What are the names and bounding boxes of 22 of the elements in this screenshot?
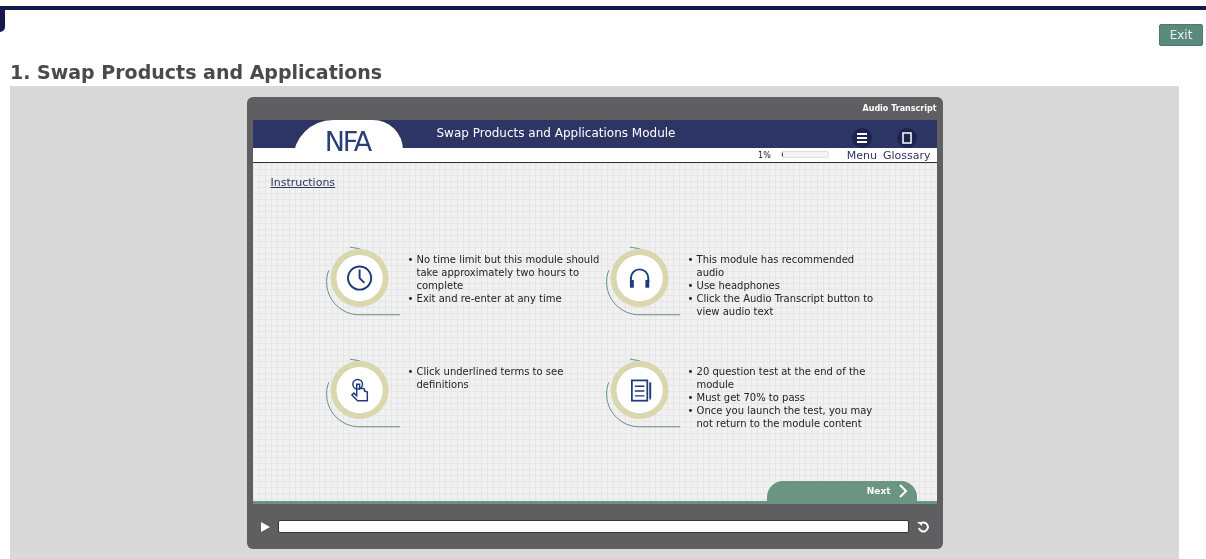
audio-transcript-button[interactable]: Audio Transcript: [862, 104, 937, 113]
logo: NFA: [324, 125, 371, 157]
seek-bar[interactable]: [277, 520, 909, 533]
bullet-text: • Once you launch the test, you may not return to the module content: [687, 404, 874, 430]
bullet-text: • This module has recommended audio: [687, 253, 856, 279]
bullet-text: • 20 question test at the end of the module: [687, 365, 867, 391]
page-title: 1. Swap Products and Applications: [10, 60, 384, 85]
module-title: Swap Products and Applications Module: [436, 126, 676, 142]
bullet-text: • Must get 70% to pass: [687, 391, 806, 404]
progress-bar: [780, 151, 829, 158]
bullet-text: • Click the Audio Transcript button to view audio text: [687, 292, 875, 318]
instructions-link[interactable]: Instructions: [270, 176, 336, 189]
menu-button[interactable]: Menu: [846, 128, 877, 162]
bullet-text: • No time limit but this module should take approximately two hours to complete: [407, 253, 601, 292]
play-icon[interactable]: [260, 521, 270, 532]
progress-reading: 1%: [758, 151, 771, 160]
bullet-text: • Exit and re-enter at any time: [407, 292, 563, 305]
glossary-button[interactable]: Glossary: [882, 128, 931, 162]
chevron-icon: [898, 484, 907, 498]
bullet-text: • Click underlined terms to see definitions: [407, 365, 565, 391]
replay-icon[interactable]: [916, 520, 929, 533]
bullet-text: • Use headphones: [687, 279, 781, 292]
